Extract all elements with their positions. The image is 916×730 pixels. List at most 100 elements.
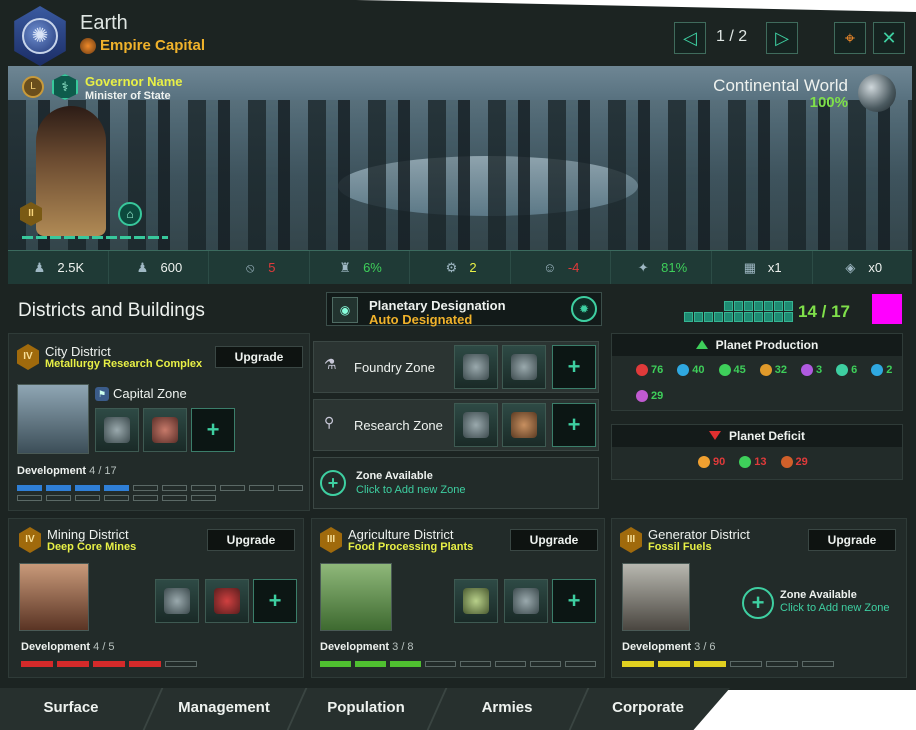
add-building-button[interactable]: + <box>253 579 297 623</box>
header: ✺ Earth Empire Capital ◁ 1 / 2 ▷ ⌖ ✕ <box>0 0 916 66</box>
gen-development: Development 3 / 6 <box>622 641 716 653</box>
city-building-slot[interactable] <box>143 408 187 452</box>
zone-available-slot[interactable]: + Zone Available Click to Add new Zone <box>313 457 599 509</box>
foundry-icon: ⚗ <box>324 356 337 372</box>
district-slot <box>774 301 783 311</box>
empire-emblem-icon[interactable]: ✺ <box>14 6 66 66</box>
stat-item[interactable]: ☺ -4 <box>511 251 612 284</box>
dev-label: Development <box>622 641 692 653</box>
tab-surface[interactable]: Surface <box>0 688 142 730</box>
zone-available-title: Zone Available <box>780 589 857 601</box>
city-district-panel: IV City District Metallurgy Research Com… <box>8 333 310 511</box>
district-slot <box>714 312 723 322</box>
building-icon <box>513 588 539 614</box>
devastation-icon: ▦ <box>743 259 756 275</box>
deficit-resource[interactable]: 90 <box>698 456 725 468</box>
resource-value: 29 <box>795 456 808 468</box>
zone-available-subtitle[interactable]: Click to Add new Zone <box>780 602 889 614</box>
add-building-button[interactable]: + <box>552 579 596 623</box>
tab-population[interactable]: Population <box>298 688 434 730</box>
designation-settings-icon[interactable]: ✹ <box>571 296 597 322</box>
stat-item[interactable]: ⦸ 5 <box>209 251 310 284</box>
stat-item[interactable]: ▦ x1 <box>712 251 813 284</box>
stat-bar: ♟ 2.5K ♟ 600 ⦸ 5 ♜ 6% ⚙ 2 ☺ -4 ✦ 81% ▦ x1 ◈ x0 <box>8 250 912 284</box>
stat-item[interactable]: ⚙ 2 <box>410 251 511 284</box>
agri-building-slot[interactable] <box>454 579 498 623</box>
planetary-designation[interactable]: ◉ Planetary Designation Auto Designated … <box>326 292 602 327</box>
world-habitability: 100% <box>809 94 848 111</box>
add-building-button[interactable]: + <box>552 403 596 447</box>
governor-rank-icon[interactable]: L <box>22 76 44 98</box>
development-segment <box>278 485 303 491</box>
deficit-resource[interactable]: 29 <box>780 456 808 468</box>
production-resources: 76 40 45 32 3 6 2 29 <box>636 364 896 402</box>
stat-item[interactable]: ✦ 81% <box>611 251 712 284</box>
stat-item[interactable]: ♟ 600 <box>109 251 210 284</box>
governor-portrait[interactable] <box>36 106 106 236</box>
stat-item[interactable]: ♜ 6% <box>310 251 411 284</box>
gen-district-name: Generator District <box>648 527 750 542</box>
city-skyline <box>8 100 912 250</box>
governor-trait-icon[interactable]: ⚕ <box>52 74 78 100</box>
agri-building-slot[interactable] <box>504 579 548 623</box>
mining-district-panel: IV Mining District Deep Core Mines Upgra… <box>8 518 304 678</box>
stat-value: 5 <box>268 260 276 275</box>
production-resource[interactable]: 29 <box>636 390 663 402</box>
governor-name[interactable]: Governor Name <box>85 74 183 89</box>
planet-globe-icon[interactable] <box>858 74 896 112</box>
research-icon: ⚲ <box>324 414 335 430</box>
deficit-down-icon <box>708 431 721 440</box>
production-resource[interactable]: 76 <box>636 364 663 376</box>
production-resource[interactable]: 6 <box>836 364 857 376</box>
research-building-slot[interactable] <box>454 403 498 447</box>
tab-corporate[interactable]: Corporate <box>580 688 716 730</box>
agri-district-spec: Food Processing Plants <box>348 541 474 553</box>
add-building-button[interactable]: + <box>552 345 596 389</box>
zone-available-subtitle[interactable]: Click to Add new Zone <box>356 484 465 496</box>
research-zone[interactable]: ⚲ Research Zone + <box>313 399 599 451</box>
camera-icon[interactable]: ⌖ <box>834 22 866 54</box>
production-resource[interactable]: 2 <box>871 364 892 376</box>
city-building-slot[interactable] <box>95 408 139 452</box>
development-segment <box>17 495 42 501</box>
stat-item[interactable]: ◈ x0 <box>813 251 913 284</box>
tab-armies[interactable]: Armies <box>438 688 576 730</box>
mining-upgrade-button[interactable]: Upgrade <box>207 529 295 551</box>
prev-planet-button[interactable]: ◁ <box>674 22 706 54</box>
production-resource[interactable]: 40 <box>677 364 705 376</box>
add-building-button[interactable]: + <box>191 408 235 452</box>
development-segment <box>460 661 491 667</box>
development-segment <box>425 661 456 667</box>
foundry-zone[interactable]: ⚗ Foundry Zone + <box>313 341 599 393</box>
deficit-resource[interactable]: 13 <box>739 456 767 468</box>
foundry-building-slot[interactable] <box>502 345 546 389</box>
mining-building-slot[interactable] <box>205 579 249 623</box>
research-building-slot[interactable] <box>502 403 546 447</box>
designation-icon: ◉ <box>332 297 358 323</box>
district-slot <box>684 301 693 311</box>
dev-label: Development <box>320 641 390 653</box>
stat-item[interactable]: ♟ 2.5K <box>8 251 109 284</box>
production-resource[interactable]: 45 <box>718 364 746 376</box>
governor-xp-bar <box>22 236 168 239</box>
city-upgrade-button[interactable]: Upgrade <box>215 346 303 368</box>
development-segment <box>21 661 53 667</box>
district-slot <box>724 312 733 322</box>
add-zone-icon[interactable]: + <box>320 470 346 496</box>
production-resource[interactable]: 32 <box>759 364 787 376</box>
governor-building-icon[interactable]: ⌂ <box>118 202 142 226</box>
gen-upgrade-button[interactable]: Upgrade <box>808 529 896 551</box>
designation-label: Planetary Designation <box>369 298 506 313</box>
mining-building-slot[interactable] <box>155 579 199 623</box>
district-slot <box>724 301 733 311</box>
production-resource[interactable]: 3 <box>801 364 822 376</box>
agri-upgrade-button[interactable]: Upgrade <box>510 529 598 551</box>
capital-zone[interactable]: ⚑ Capital Zone <box>95 386 187 401</box>
tab-management[interactable]: Management <box>154 688 294 730</box>
add-zone-icon[interactable]: + <box>742 587 774 619</box>
next-planet-button[interactable]: ▷ <box>766 22 798 54</box>
agri-district-image <box>320 563 392 631</box>
close-button[interactable]: ✕ <box>873 22 905 54</box>
district-slot <box>754 312 763 322</box>
foundry-building-slot[interactable] <box>454 345 498 389</box>
